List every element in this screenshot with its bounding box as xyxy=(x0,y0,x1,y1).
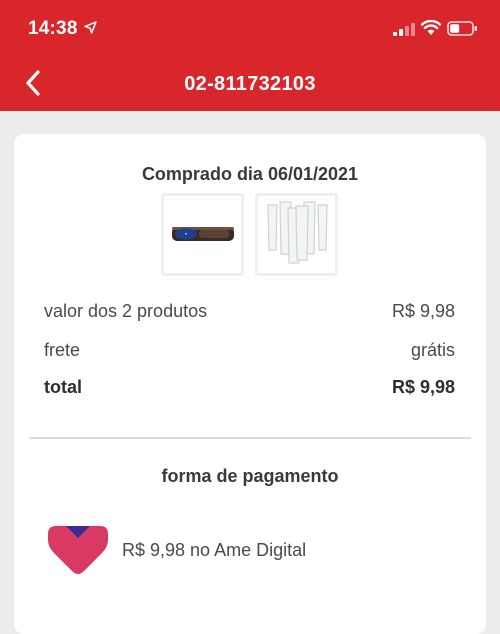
products-value-amount: R$ 9,98 xyxy=(391,301,455,321)
payment-section-title: forma de pagamento xyxy=(161,466,339,486)
section-divider xyxy=(29,437,471,439)
wifi-icon xyxy=(421,20,441,35)
order-number-title: 02-811732103 xyxy=(184,73,316,95)
shipping-value: grátis xyxy=(410,340,455,360)
shipping-label: frete xyxy=(44,340,81,360)
product-thumbnail-glasses[interactable] xyxy=(255,193,338,276)
order-details-card: Comprado dia 06/01/2021 · valor dos 2 pr… xyxy=(14,134,486,634)
battery-icon xyxy=(447,21,477,36)
app-header: 14:38 02-811732103 xyxy=(0,0,500,111)
glass-set-image xyxy=(267,201,328,264)
total-value: R$ 9,98 xyxy=(391,377,455,397)
svg-text:·: · xyxy=(185,231,188,239)
status-time: 14:38 xyxy=(28,18,78,39)
cookie-package-image: · xyxy=(172,227,234,241)
payment-method-text: R$ 9,98 no Ame Digital xyxy=(122,540,307,560)
cellular-signal-icon xyxy=(393,23,415,36)
purchase-date: Comprado dia 06/01/2021 xyxy=(141,164,359,184)
total-label: total xyxy=(44,377,82,397)
products-value-label: valor dos 2 produtos xyxy=(44,301,208,321)
ame-digital-logo-icon xyxy=(48,526,108,574)
product-thumbnail-cookie[interactable]: · xyxy=(161,193,244,276)
location-arrow-icon xyxy=(84,21,97,34)
